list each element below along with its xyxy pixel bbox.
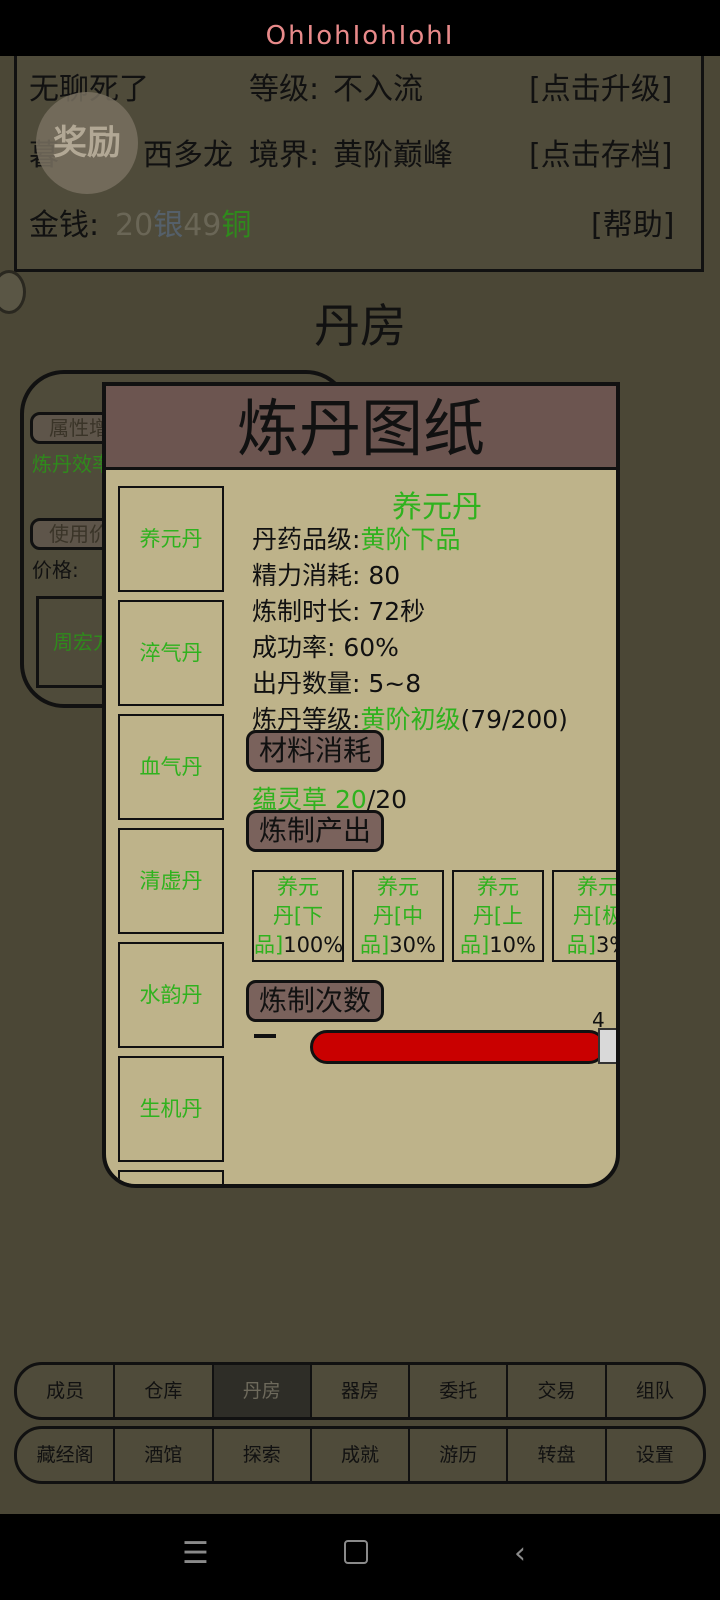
output-line: 丹[下	[272, 904, 324, 928]
price-label: 价格:	[32, 558, 79, 582]
output-line: 丹[中	[372, 904, 424, 928]
output-label: 炼制产出	[246, 810, 385, 852]
help-link[interactable]: [帮助]	[591, 200, 674, 244]
output-line: 品]	[566, 933, 596, 957]
nav-row-1: 成员 仓库 丹房 器房 委托 交易 组队	[14, 1362, 706, 1420]
nav-explore[interactable]: 探索	[214, 1429, 312, 1481]
output-line: 养元	[377, 875, 419, 899]
output-pct: 10%	[489, 933, 536, 957]
recipe-item[interactable]	[118, 1170, 224, 1184]
money-silver-amount: 20	[115, 208, 154, 243]
level-label: 等级:	[249, 72, 320, 107]
grade-value: 黄阶下品	[360, 525, 461, 554]
materials-label: 材料消耗	[246, 730, 385, 772]
home-icon[interactable]	[344, 1540, 368, 1564]
output-line: 丹[极	[572, 904, 620, 928]
energy-line: 精力消耗: 80	[252, 561, 401, 590]
system-nav-bar: ☰ ‹	[0, 1514, 720, 1600]
realm-label: 境界:	[249, 138, 320, 173]
quantity-line: 出丹数量: 5~8	[252, 669, 422, 698]
output-line: 品]	[254, 933, 284, 957]
recipe-item[interactable]: 养元丹	[118, 486, 224, 592]
duration-line: 炼制时长: 72秒	[252, 597, 426, 626]
output-pct: 100%	[283, 933, 344, 957]
upgrade-link[interactable]: [点击升级]	[529, 64, 672, 108]
money-label: 金钱:	[29, 208, 100, 243]
recipe-item[interactable]: 水韵丹	[118, 942, 224, 1048]
nav-team[interactable]: 组队	[607, 1365, 703, 1417]
recipe-item[interactable]: 清虚丹	[118, 828, 224, 934]
decrease-count-button[interactable]	[254, 1034, 276, 1038]
money-silver-unit: 银	[153, 208, 184, 243]
output-item[interactable]: 养元 丹[极 品]3%	[552, 870, 620, 962]
grade-label: 丹药品级:	[252, 525, 361, 554]
nav-row-2: 藏经阁 酒馆 探索 成就 游历 转盘 设置	[14, 1426, 706, 1484]
back-icon[interactable]: ‹	[514, 1536, 526, 1571]
level-value: 不入流	[333, 72, 423, 107]
output-line: 品]	[460, 933, 490, 957]
money-value: 20银49铜	[115, 200, 251, 244]
grade-line: 丹药品级:黄阶下品	[252, 520, 460, 556]
nav-travel[interactable]: 游历	[410, 1429, 509, 1481]
output-line: 养元	[277, 875, 319, 899]
output-item[interactable]: 养元 丹[下 品]100%	[252, 870, 344, 962]
save-link[interactable]: [点击存档]	[529, 130, 672, 174]
realm-value: 黄阶巅峰	[333, 138, 453, 173]
nav-trade[interactable]: 交易	[508, 1365, 607, 1417]
count-slider-track[interactable]	[310, 1030, 606, 1064]
success-line: 成功率: 60%	[252, 633, 399, 662]
count-label: 炼制次数	[246, 980, 385, 1022]
menu-icon[interactable]: ☰	[182, 1536, 209, 1571]
nav-forge[interactable]: 器房	[312, 1365, 411, 1417]
output-line: 品]	[360, 933, 390, 957]
sect-name: 西多龙	[143, 138, 233, 173]
nav-commission[interactable]: 委托	[410, 1365, 509, 1417]
count-slider-thumb[interactable]	[598, 1028, 616, 1064]
output-line: 丹[上	[472, 904, 524, 928]
output-line: 养元	[577, 875, 619, 899]
output-item[interactable]: 养元 丹[上 品]10%	[452, 870, 544, 962]
recipe-item[interactable]: 生机丹	[118, 1056, 224, 1162]
nav-achievements[interactable]: 成就	[312, 1429, 411, 1481]
output-pct: 3%	[595, 933, 616, 957]
recipe-item[interactable]: 淬气丹	[118, 600, 224, 706]
money-bronze-amount: 49	[183, 208, 222, 243]
reward-floating-button[interactable]: 奖励	[36, 92, 138, 194]
nav-members[interactable]: 成员	[17, 1365, 116, 1417]
money-bronze-unit: 铜	[221, 208, 252, 243]
nav-tavern[interactable]: 酒馆	[115, 1429, 214, 1481]
nav-settings[interactable]: 设置	[607, 1429, 703, 1481]
nav-wheel[interactable]: 转盘	[508, 1429, 607, 1481]
recipe-item[interactable]: 血气丹	[118, 714, 224, 820]
status-bar-title: OhIohIohIohI	[0, 0, 720, 56]
nav-alchemy[interactable]: 丹房	[213, 1365, 312, 1417]
recipe-list[interactable]: 养元丹 淬气丹 血气丹 清虚丹 水韵丹 生机丹	[118, 486, 226, 1184]
page-title: 丹房	[314, 299, 406, 353]
nav-warehouse[interactable]: 仓库	[115, 1365, 214, 1417]
craft-level-progress: (79/200)	[460, 705, 568, 734]
output-line: 养元	[477, 875, 519, 899]
recipe-modal: 炼丹图纸 养元丹 淬气丹 血气丹 清虚丹 水韵丹 生机丹 养元丹 丹药品级:黄阶…	[102, 382, 620, 1188]
nav-library[interactable]: 藏经阁	[17, 1429, 116, 1481]
modal-title: 炼丹图纸	[106, 386, 616, 470]
efficiency-text: 炼丹效率	[32, 452, 112, 476]
output-item[interactable]: 养元 丹[中 品]30%	[352, 870, 444, 962]
output-pct: 30%	[389, 933, 436, 957]
